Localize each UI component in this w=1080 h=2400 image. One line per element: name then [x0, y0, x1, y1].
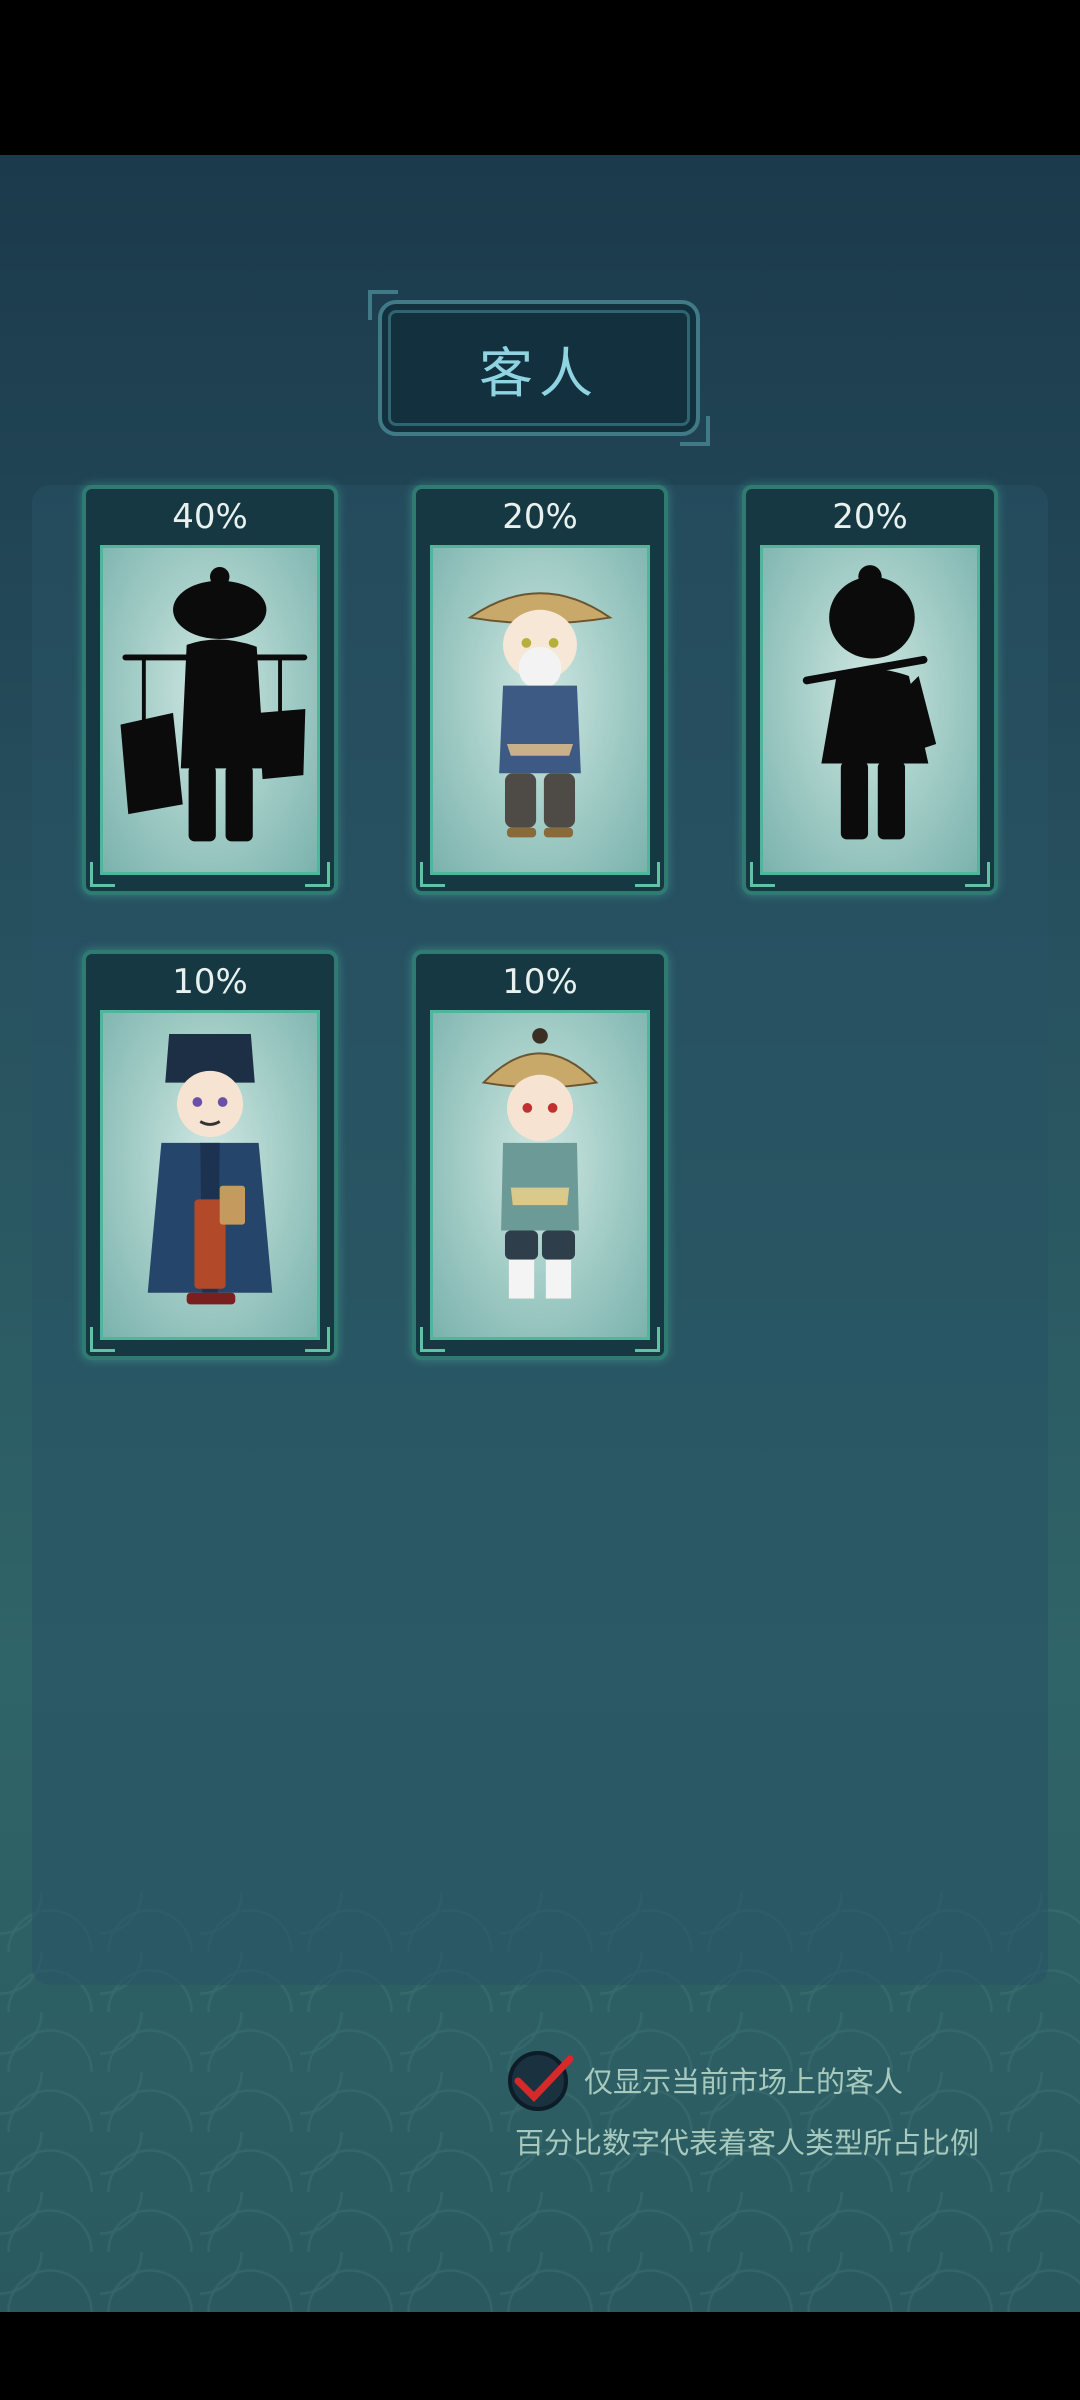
customer-screen: 客人 40% 20% 20% 10% 10% 仅显示当前市场上的客人 百分比数字…: [0, 155, 1080, 2312]
customer-portrait-frame: [430, 1010, 650, 1340]
frame-corner-ornament: [305, 1327, 330, 1352]
customer-percent: 20%: [832, 497, 908, 537]
filter-label: 仅显示当前市场上的客人: [584, 2065, 904, 2099]
frame-corner-ornament: [305, 862, 330, 887]
old-farmer-icon: [467, 592, 613, 838]
customer-card[interactable]: 40%: [82, 485, 338, 895]
customer-portrait-frame: [100, 1010, 320, 1340]
customer-percent: 10%: [502, 962, 578, 1002]
customer-card[interactable]: 10%: [412, 950, 668, 1360]
checkbox-checked-icon[interactable]: [506, 2045, 576, 2115]
frame-corner-ornament: [90, 862, 115, 887]
customer-portrait-frame: [100, 545, 320, 875]
frame-corner-ornament: [420, 1327, 445, 1352]
customer-panel: 40% 20% 20% 10% 10%: [32, 485, 1048, 1985]
title-plaque: 客人: [368, 290, 710, 446]
frame-corner-ornament: [635, 1327, 660, 1352]
customer-card[interactable]: 20%: [412, 485, 668, 895]
customer-percent: 40%: [172, 497, 248, 537]
frame-corner-ornament: [635, 862, 660, 887]
customer-card[interactable]: 20%: [742, 485, 998, 895]
navigation-bar-area: [0, 2312, 1080, 2400]
official-scholar-icon: [147, 1033, 273, 1305]
percentage-note: 百分比数字代表着客人类型所占比例: [515, 2126, 980, 2160]
customer-percent: 20%: [502, 497, 578, 537]
customer-card[interactable]: 10%: [82, 950, 338, 1360]
frame-corner-ornament: [420, 862, 445, 887]
laborer-silhouette-icon: [802, 565, 937, 840]
customer-percent: 10%: [172, 962, 248, 1002]
frame-corner-ornament: [750, 862, 775, 887]
status-bar-area: [0, 0, 1080, 155]
frame-corner-ornament: [90, 1327, 115, 1352]
page-title: 客人: [479, 341, 599, 405]
customer-portrait-frame: [430, 545, 650, 875]
filter-toggle[interactable]: 仅显示当前市场上的客人: [506, 2045, 903, 2115]
frame-corner-ornament: [965, 862, 990, 887]
customer-portrait-frame: [760, 545, 980, 875]
young-worker-icon: [481, 1028, 599, 1299]
peddler-silhouette-icon: [120, 567, 308, 842]
